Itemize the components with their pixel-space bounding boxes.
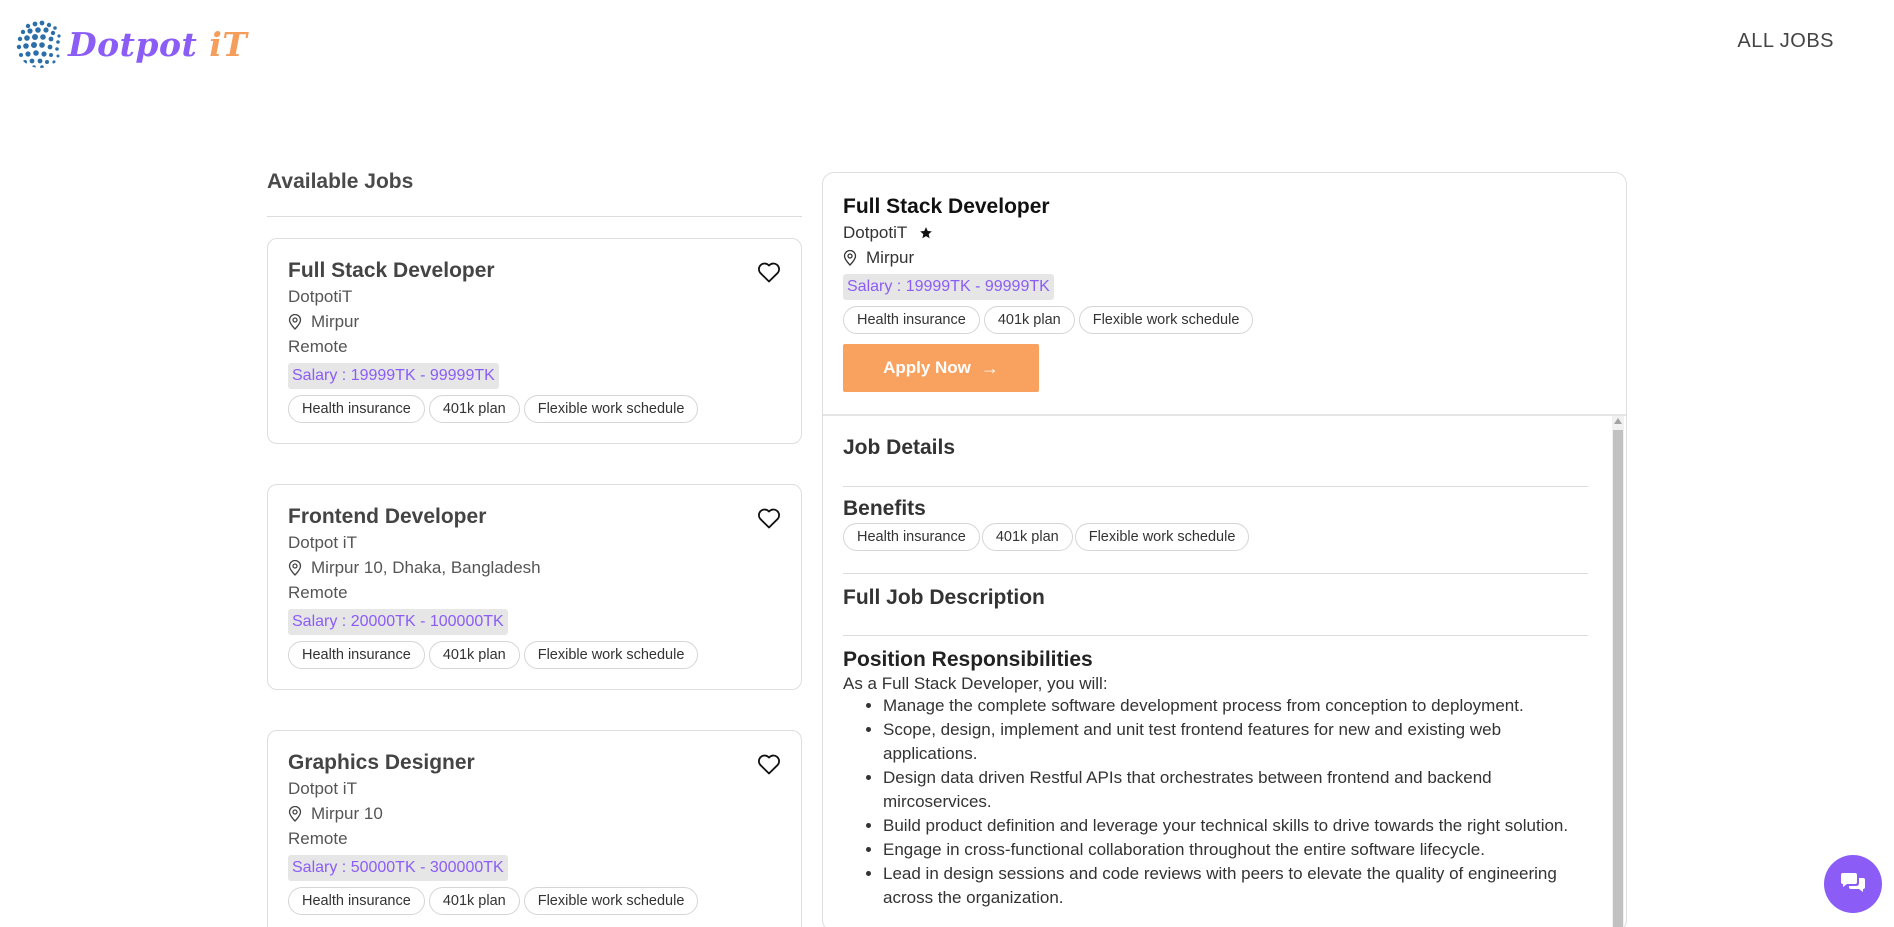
tag-health-insurance: Health insurance (843, 523, 980, 551)
site-header: Dotpot iT ALL JOBS (0, 0, 1894, 90)
job-work-mode: Remote (288, 583, 348, 602)
job-detail-header: Full Stack Developer DotpotiT Mirpur Sal… (823, 173, 1626, 416)
logo[interactable]: Dotpot iT (14, 18, 247, 70)
tag-flexible-schedule: Flexible work schedule (523, 395, 699, 423)
tag-flexible-schedule: Flexible work schedule (1078, 306, 1254, 334)
job-card[interactable]: Graphics Designer Dotpot iT Mirpur 10 Re… (267, 730, 802, 927)
job-company: Dotpot iT (288, 779, 357, 798)
job-location-text: Mirpur (311, 312, 360, 331)
job-location: Mirpur 10 (288, 804, 781, 824)
list-item: Design data driven Restful APIs that orc… (883, 766, 1588, 814)
tag-health-insurance: Health insurance (843, 306, 980, 334)
list-item: Engage in cross-functional collaboration… (883, 838, 1588, 862)
nav-all-jobs-link[interactable]: ALL JOBS (1737, 30, 1834, 53)
scroll-up-arrow-icon[interactable] (1614, 418, 1622, 424)
job-work-mode: Remote (288, 829, 348, 848)
job-title: Full Stack Developer (288, 259, 495, 282)
detail-location: Mirpur (843, 248, 1606, 268)
job-company: DotpotiT (288, 287, 353, 306)
apply-now-button[interactable]: Apply Now → (843, 344, 1039, 392)
responsibilities-list: Manage the complete software development… (883, 694, 1588, 910)
job-list: Available Jobs Full Stack Developer Dotp… (267, 170, 802, 927)
job-tags: Health insurance 401k plan Flexible work… (288, 395, 781, 423)
tag-401k-plan: 401k plan (428, 887, 520, 915)
logo-text: Dotpot iT (68, 25, 247, 64)
job-company: Dotpot iT (288, 533, 357, 552)
job-location: Mirpur (288, 312, 781, 332)
job-detail-body[interactable]: Job Details Benefits Health insurance 40… (823, 416, 1626, 927)
job-card[interactable]: Frontend Developer Dotpot iT Mirpur 10, … (267, 484, 802, 690)
location-pin-icon (288, 806, 302, 822)
benefits-tags: Health insurance 401k plan Flexible work… (843, 523, 1588, 551)
detail-location-text: Mirpur (866, 248, 915, 267)
chat-icon (1841, 873, 1865, 892)
list-item: Build product definition and leverage yo… (883, 814, 1588, 838)
tag-health-insurance: Health insurance (288, 395, 425, 423)
tag-401k-plan: 401k plan (428, 641, 520, 669)
job-detail-panel: Full Stack Developer DotpotiT Mirpur Sal… (822, 172, 1627, 927)
arrow-right-icon: → (980, 357, 999, 378)
logo-text-it: iT (209, 24, 248, 64)
tag-flexible-schedule: Flexible work schedule (1074, 523, 1250, 551)
job-location: Mirpur 10, Dhaka, Bangladesh (288, 558, 781, 578)
tag-health-insurance: Health insurance (288, 641, 425, 669)
divider (843, 635, 1588, 636)
position-responsibilities-heading: Position Responsibilities (843, 648, 1093, 671)
logo-globe-icon (16, 20, 61, 68)
heart-icon[interactable] (757, 261, 781, 283)
job-title: Frontend Developer (288, 505, 487, 528)
tag-flexible-schedule: Flexible work schedule (523, 641, 699, 669)
job-tags: Health insurance 401k plan Flexible work… (288, 887, 781, 915)
job-work-mode: Remote (288, 337, 348, 356)
tag-flexible-schedule: Flexible work schedule (523, 887, 699, 915)
job-salary: Salary : 19999TK - 99999TK (288, 363, 499, 389)
job-tags: Health insurance 401k plan Flexible work… (288, 641, 781, 669)
scrollbar-thumb[interactable] (1613, 430, 1623, 927)
job-card[interactable]: Full Stack Developer DotpotiT Mirpur Rem… (267, 238, 802, 444)
logo-text-dotpot: Dotpot (68, 24, 210, 64)
chat-button[interactable] (1824, 855, 1882, 913)
location-pin-icon (288, 560, 302, 576)
tag-401k-plan: 401k plan (981, 523, 1073, 551)
detail-scrollbar[interactable] (1612, 416, 1624, 927)
available-jobs-heading: Available Jobs (267, 170, 802, 217)
heart-icon[interactable] (757, 753, 781, 775)
location-pin-icon (288, 314, 302, 330)
list-item: Manage the complete software development… (883, 694, 1588, 718)
full-job-description-heading: Full Job Description (843, 586, 1045, 609)
tag-health-insurance: Health insurance (288, 887, 425, 915)
detail-company-name: DotpotiT (843, 223, 908, 242)
job-details-heading: Job Details (843, 436, 956, 459)
location-pin-icon (843, 250, 857, 266)
job-salary: Salary : 50000TK - 300000TK (288, 855, 508, 881)
tag-401k-plan: 401k plan (983, 306, 1075, 334)
responsibilities-intro: As a Full Stack Developer, you will: (843, 674, 1108, 693)
list-item: Scope, design, implement and unit test f… (883, 718, 1588, 766)
job-location-text: Mirpur 10, Dhaka, Bangladesh (311, 558, 541, 577)
job-title: Graphics Designer (288, 751, 475, 774)
heart-icon[interactable] (757, 507, 781, 529)
star-icon (920, 227, 933, 239)
job-salary: Salary : 20000TK - 100000TK (288, 609, 508, 635)
detail-salary: Salary : 19999TK - 99999TK (843, 274, 1054, 300)
apply-now-label: Apply Now (883, 358, 971, 377)
detail-company: DotpotiT (843, 223, 1606, 243)
divider (843, 486, 1588, 487)
list-item: Lead in design sessions and code reviews… (883, 862, 1588, 910)
detail-tags: Health insurance 401k plan Flexible work… (843, 306, 1606, 334)
job-location-text: Mirpur 10 (311, 804, 383, 823)
benefits-heading: Benefits (843, 497, 926, 520)
tag-401k-plan: 401k plan (428, 395, 520, 423)
detail-job-title: Full Stack Developer (843, 195, 1050, 218)
divider (843, 573, 1588, 574)
